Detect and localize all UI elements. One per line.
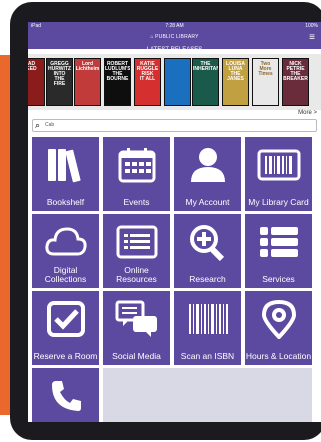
tile-phone[interactable]: [32, 368, 99, 422]
tile-cloud[interactable]: Digital Collections: [32, 214, 99, 288]
tile-books[interactable]: Bookshelf: [32, 137, 99, 211]
tile-location-pin[interactable]: Hours & Location: [245, 291, 312, 365]
book-title-line: EED: [28, 66, 37, 72]
search-bar[interactable]: ⌕ Cab: [32, 119, 317, 132]
battery-label: 100%: [305, 23, 318, 29]
tile-label: My Library Card: [248, 197, 309, 207]
status-bar: iPad 7:28 AM 100%: [28, 22, 321, 31]
book-title-line: FIRE: [53, 81, 66, 87]
tile-label: Research: [189, 274, 226, 284]
search-icon: ⌕: [35, 120, 41, 130]
tile-barcode-card[interactable]: My Library Card: [245, 137, 312, 211]
phone-icon: [32, 376, 99, 416]
tile-chat-bubbles[interactable]: Social Media: [103, 291, 170, 365]
tile-label: My Account: [185, 197, 230, 207]
book-cover[interactable]: NICK PETRIE THE BREAKER: [282, 58, 309, 106]
book-title-line: Times: [258, 71, 273, 77]
tile-checkbox[interactable]: Reserve a Room: [32, 291, 99, 365]
book-title-line: Lichtheim: [75, 66, 100, 72]
book-cover[interactable]: Lord Lichtheim: [74, 58, 101, 106]
tile-label: Social Media: [112, 351, 161, 361]
barcode-icon: [174, 299, 241, 339]
barcode-card-icon: [245, 145, 312, 185]
book-cover[interactable]: Two More Times: [252, 58, 279, 106]
menu-grid: Bookshelf Events My Account My Library Card…: [32, 137, 317, 422]
tile-label: Services: [262, 274, 295, 284]
book-title-line: JANES: [227, 76, 244, 82]
cloud-icon: [32, 222, 99, 262]
location-pin-icon: [245, 299, 312, 339]
calendar-icon: [103, 145, 170, 185]
books-icon: [32, 145, 99, 185]
tile-label: Digital Collections: [44, 265, 87, 284]
book-title-line: INHERITANCE: [193, 66, 218, 72]
book-cover[interactable]: THEINHERITANCE: [192, 58, 219, 106]
library-logo: ⌂ PUBLIC LIBRARY: [28, 34, 321, 40]
more-releases-link[interactable]: More >: [298, 110, 317, 116]
book-title-line: BREAKER: [283, 76, 308, 82]
book-cover[interactable]: KATIE RUGGLE RISK IT ALL: [134, 58, 161, 106]
book-cover[interactable]: LOUISA LUNA THE JANES: [222, 58, 249, 106]
book-cover[interactable]: ROBERT LUDLUM'S THE BOURNE: [104, 58, 131, 106]
list-window-icon: [103, 222, 170, 262]
tile-calendar[interactable]: Events: [103, 137, 170, 211]
tile-label: Online Resources: [116, 265, 157, 284]
book-cover[interactable]: [164, 58, 191, 106]
latest-releases-carousel[interactable]: ADEEDGREGGHURWITZINTOTHEFIRELordLichthei…: [28, 54, 321, 110]
book-cover[interactable]: ADEED: [28, 58, 45, 106]
tile-label: Scan an ISBN: [180, 351, 235, 361]
book-title-line: IT ALL: [139, 76, 156, 82]
logo-text: PUBLIC LIBRARY: [155, 34, 199, 40]
magnify-plus-icon: [174, 222, 241, 262]
checkbox-icon: [32, 299, 99, 339]
clock: 7:28 AM: [165, 23, 184, 29]
search-input[interactable]: Cab: [45, 122, 54, 128]
latest-releases-title: LATEST RELEASES: [146, 47, 203, 53]
tile-label: Events: [123, 197, 150, 207]
services-list-icon: [245, 222, 312, 262]
book-title-line: BOURNE: [106, 76, 129, 82]
empty-grid-area: [103, 368, 312, 422]
hamburger-icon[interactable]: ≡: [309, 33, 315, 43]
book-cover[interactable]: GREGG HURWITZ INTO THE FIRE: [46, 58, 73, 106]
tile-label: Reserve a Room: [33, 351, 98, 361]
app-screen: iPad 7:28 AM 100% ⌂ PUBLIC LIBRARY ≡ LAT…: [28, 22, 321, 422]
tile-person[interactable]: My Account: [174, 137, 241, 211]
chat-bubbles-icon: [103, 299, 170, 339]
person-icon: [174, 145, 241, 185]
tile-magnify-plus[interactable]: Research: [174, 214, 241, 288]
tile-services-list[interactable]: Services: [245, 214, 312, 288]
tile-label: Hours & Location: [245, 351, 312, 361]
tile-list-window[interactable]: Online Resources: [103, 214, 170, 288]
tile-label: Bookshelf: [46, 197, 85, 207]
tile-barcode[interactable]: Scan an ISBN: [174, 291, 241, 365]
